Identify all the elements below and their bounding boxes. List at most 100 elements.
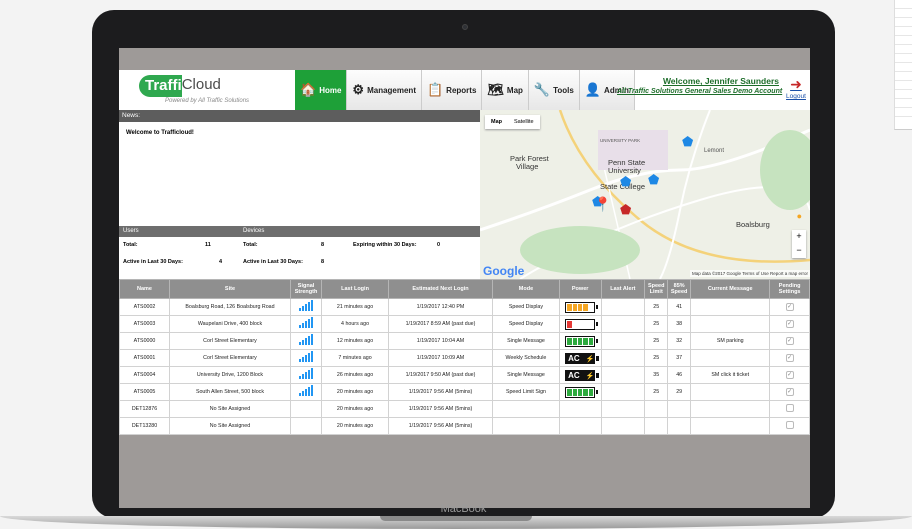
cell-name: DET12876 bbox=[119, 400, 171, 418]
news-header: News: bbox=[119, 110, 480, 122]
signal-strength-cell bbox=[289, 315, 323, 333]
cell-mode: Speed Limit Sign bbox=[492, 383, 560, 401]
device-marker-icon[interactable]: ⬟ bbox=[682, 134, 693, 150]
cell-speed-limit: 25 bbox=[644, 383, 669, 401]
map-tab-map[interactable]: Map bbox=[485, 115, 508, 129]
cell-speed85: 32 bbox=[667, 332, 692, 350]
signal-bars-icon bbox=[299, 300, 314, 311]
nav-tab-map[interactable]: 🗺 Map bbox=[482, 70, 529, 110]
column-header[interactable]: Signal Strength bbox=[289, 279, 323, 299]
column-header[interactable]: Last Alert bbox=[600, 279, 646, 299]
background-side-panel bbox=[894, 0, 912, 130]
cell-speed-limit: 25 bbox=[644, 349, 669, 367]
pending-checkbox[interactable]: ✓ bbox=[785, 320, 794, 328]
column-header[interactable]: Power bbox=[558, 279, 602, 299]
device-row[interactable]: ATS0000 Corl Street Elementary 12 minutes … bbox=[119, 332, 810, 350]
cell-speed-limit bbox=[644, 400, 669, 418]
device-row[interactable]: ATS0004 University Drive, 1200 Block 26 mi… bbox=[119, 366, 810, 384]
zoom-in-button[interactable]: + bbox=[792, 230, 806, 244]
nav-tab-label: Management bbox=[367, 85, 416, 95]
expiring-value: 0 bbox=[437, 242, 441, 248]
pending-checkbox[interactable]: ✓ bbox=[785, 371, 794, 379]
street-view-pegman-icon[interactable]: ● bbox=[797, 211, 802, 221]
device-row[interactable]: ATS0003 Waupelani Drive, 400 block 4 hours… bbox=[119, 315, 810, 333]
power-cell bbox=[558, 315, 602, 333]
cell-speed85: 37 bbox=[667, 349, 692, 367]
pending-checkbox[interactable]: ✓ bbox=[785, 337, 794, 345]
pending-checkbox[interactable]: ✓ bbox=[785, 354, 794, 362]
ac-power-icon: AC ⚡ bbox=[565, 369, 600, 381]
device-row[interactable]: ATS0005 South Allen Street, 500 block 20 m… bbox=[119, 383, 810, 401]
app-header: TraffiCloud Powered by All Traffic Solut… bbox=[119, 70, 810, 110]
cell-mode: Speed Display bbox=[492, 315, 560, 333]
column-header[interactable]: Pending Settings bbox=[769, 279, 810, 299]
column-header[interactable]: Last Login bbox=[321, 279, 389, 299]
nav-tab-home[interactable]: 🏠 Home bbox=[295, 70, 348, 110]
cell-speed-limit: 25 bbox=[644, 332, 669, 350]
cell-name: ATS0003 bbox=[119, 315, 171, 333]
device-marker-icon[interactable]: ⬟ bbox=[620, 174, 631, 190]
column-header[interactable]: Name bbox=[119, 279, 171, 299]
users-total-value: 11 bbox=[205, 242, 211, 248]
pending-checkbox[interactable]: ✓ bbox=[785, 388, 794, 396]
cell-next-login: 1/19/2017 9:56 AM (5mins) bbox=[387, 383, 494, 401]
account-link[interactable]: All Traffic Solutions General Sales Demo… bbox=[617, 88, 782, 95]
column-header[interactable]: Site bbox=[169, 279, 291, 299]
device-row[interactable]: ATS0001 Corl Street Elementary 7 minutes a… bbox=[119, 349, 810, 367]
trafficloud-logo[interactable]: TraffiCloud Powered by All Traffic Solut… bbox=[139, 75, 249, 104]
column-header[interactable]: 85% Speed bbox=[667, 279, 692, 299]
column-header[interactable]: Mode bbox=[492, 279, 560, 299]
map-tab-satellite[interactable]: Satellite bbox=[508, 115, 540, 129]
logo-tagline: Powered by All Traffic Solutions bbox=[165, 98, 250, 104]
device-row[interactable]: DET12876 No Site Assigned 20 minutes ago 1/… bbox=[119, 400, 810, 418]
cell-speed85: 38 bbox=[667, 315, 692, 333]
zoom-out-button[interactable]: − bbox=[792, 244, 806, 258]
battery-orange-icon bbox=[565, 301, 599, 313]
nav-tab-management[interactable]: ⚙ Management bbox=[347, 70, 422, 110]
device-row[interactable]: DET13280 No Site Assigned 20 minutes ago 1/… bbox=[119, 417, 810, 435]
cell-last-alert bbox=[600, 383, 646, 401]
cell-speed-limit: 35 bbox=[644, 366, 669, 384]
column-header[interactable]: Speed Limit bbox=[644, 279, 669, 299]
welcome-user-link[interactable]: Welcome, Jennifer Saunders bbox=[617, 76, 779, 86]
users-total-label: Total: bbox=[123, 242, 138, 248]
device-row[interactable]: ATS0002 Boalsburg Road, 126 Boalsburg Roa… bbox=[119, 298, 810, 316]
battery-green-icon bbox=[565, 335, 599, 347]
devices-active-value: 8 bbox=[321, 259, 325, 265]
pending-checkbox[interactable]: ✓ bbox=[785, 303, 794, 311]
admin-user-icon: 👤 bbox=[584, 82, 602, 97]
nav-tab-label: Map bbox=[506, 85, 523, 95]
cell-speed85 bbox=[667, 400, 692, 418]
power-cell bbox=[558, 417, 602, 435]
pending-settings-cell: ✓ bbox=[769, 349, 810, 367]
device-map[interactable]: Map Satellite UNIVERSITY PARK Park Fores… bbox=[480, 110, 810, 279]
signal-strength-cell bbox=[289, 332, 323, 350]
camera-icon bbox=[462, 24, 468, 30]
column-header[interactable]: Estimated Next Login bbox=[387, 279, 494, 299]
device-marker-icon[interactable]: ⬟ bbox=[648, 172, 659, 188]
reports-icon: 📋 bbox=[426, 82, 444, 97]
alert-pin-icon[interactable]: 📍 bbox=[594, 196, 611, 213]
cell-message bbox=[690, 349, 771, 367]
welcome-block: Welcome, Jennifer Saunders All Traffic S… bbox=[617, 76, 782, 95]
cell-speed85 bbox=[667, 417, 692, 435]
cell-speed85: 41 bbox=[667, 298, 692, 316]
laptop-notch bbox=[380, 516, 532, 521]
column-header[interactable]: Current Message bbox=[690, 279, 771, 299]
pending-settings-cell bbox=[769, 417, 810, 435]
nav-tab-tools[interactable]: 🔧 Tools bbox=[528, 70, 580, 110]
logout-door-icon: ➜ bbox=[790, 76, 802, 92]
cell-mode: Single Message bbox=[492, 332, 560, 350]
nav-tab-reports[interactable]: 📋 Reports bbox=[421, 70, 483, 110]
stats-header: Users Devices bbox=[119, 226, 480, 237]
device-marker-icon[interactable]: ⬟ bbox=[620, 202, 631, 218]
map-type-toggle: Map Satellite bbox=[485, 115, 540, 129]
logout-button[interactable]: ➜ Logout bbox=[783, 76, 809, 100]
signal-bars-icon bbox=[299, 317, 314, 328]
cell-message bbox=[690, 400, 771, 418]
battery-green-icon bbox=[565, 386, 599, 398]
pending-settings-cell: ✓ bbox=[769, 298, 810, 316]
pending-checkbox[interactable] bbox=[785, 404, 794, 412]
cell-message bbox=[690, 298, 771, 316]
pending-checkbox[interactable] bbox=[785, 421, 794, 429]
